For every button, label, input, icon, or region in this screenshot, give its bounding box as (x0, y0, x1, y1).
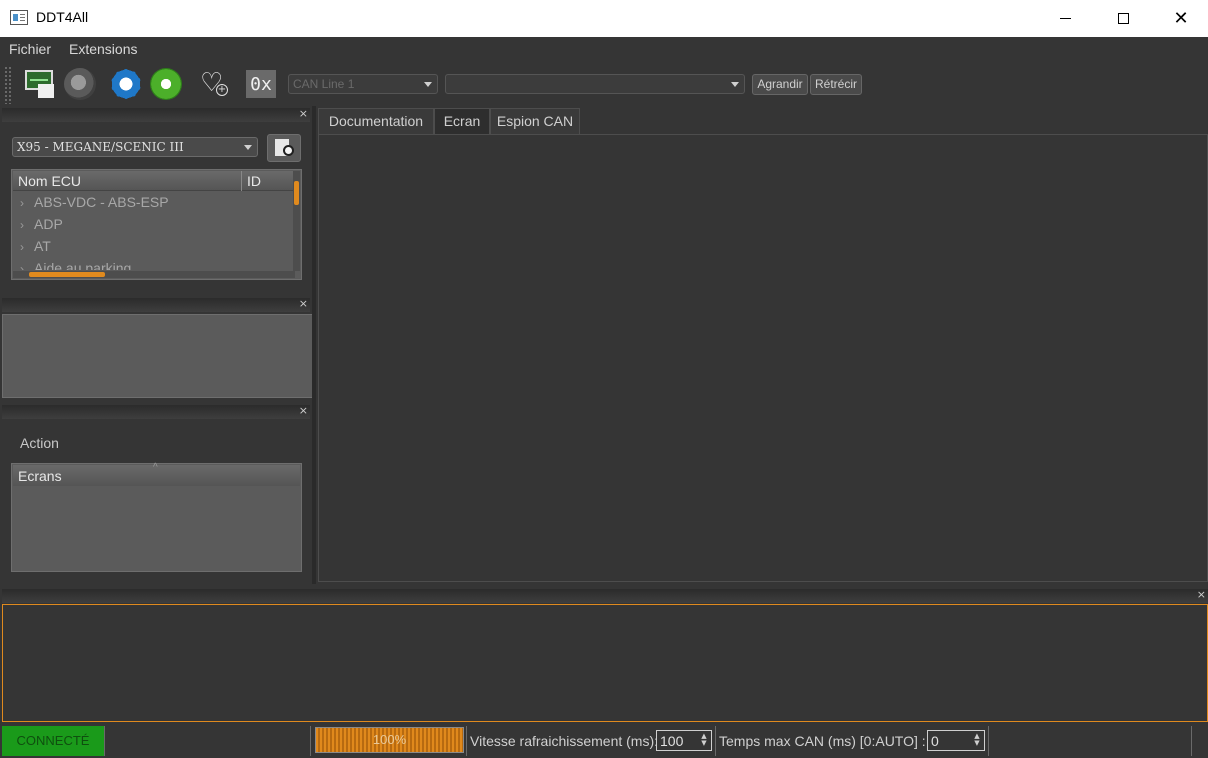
horizontal-scrollbar[interactable] (13, 271, 295, 278)
tree-item[interactable]: › AT (20, 238, 51, 260)
tab-ecran[interactable]: Ecran (434, 108, 490, 134)
can-line-value: CAN Line 1 (293, 77, 355, 91)
refresh-rate-spinbox[interactable]: 100 ▲ ▼ (656, 730, 712, 751)
tab-documentation[interactable]: Documentation (318, 108, 434, 134)
vertical-scrollbar[interactable] (293, 171, 300, 271)
close-icon[interactable]: × (299, 297, 308, 310)
can-timeout-spinbox[interactable]: 0 ▲ ▼ (927, 730, 985, 751)
search-icon (283, 145, 294, 156)
can-line-select[interactable]: CAN Line 1 (288, 74, 438, 94)
ecu-tree-header: Nom ECU ID (13, 171, 295, 191)
close-button[interactable]: ✕ (1152, 0, 1208, 37)
tree-item[interactable]: › Aide au parking (20, 260, 131, 270)
screens-list[interactable]: Ecrans ^ (11, 462, 302, 572)
menu-extensions[interactable]: Extensions (69, 41, 137, 57)
log-dock-header: × (2, 588, 1208, 603)
window-title: DDT4All (36, 9, 89, 25)
action-dock-header: × (2, 404, 310, 419)
column-header-id[interactable]: ID (247, 173, 261, 189)
settings-gear-icon[interactable] (110, 68, 142, 100)
shrink-button[interactable]: Rétrécir (810, 74, 862, 95)
action-title: Action (20, 435, 59, 451)
heart-plus-icon[interactable]: ♡ + (198, 68, 230, 100)
screen-view[interactable] (318, 134, 1208, 582)
chevron-down-icon (424, 82, 432, 87)
menu-fichier[interactable]: Fichier (9, 41, 51, 57)
stepper-icon[interactable]: ▲ ▼ (699, 733, 709, 748)
vehicle-select[interactable]: X95 - MEGANE/SCENIC III (12, 137, 258, 157)
ecu-scan-icon[interactable] (64, 68, 96, 100)
refresh-rate-value: 100 (660, 733, 684, 749)
minimize-button[interactable] (1036, 0, 1094, 37)
ecu-tree[interactable]: Nom ECU ID › ABS-VDC - ABS-ESP › ADP › AT ›… (11, 169, 302, 280)
chevron-down-icon (731, 82, 739, 87)
hex-icon[interactable]: 0x (246, 70, 276, 98)
status-bar: CONNECTÉ 100% Vitesse rafraichissement (… (0, 724, 1208, 758)
monitor-icon[interactable] (24, 68, 56, 100)
chevron-right-icon: › (20, 218, 24, 232)
toolbar: ♡ + 0x CAN Line 1 Agrandir Rétrécir (0, 62, 1208, 106)
grow-button[interactable]: Agrandir (752, 74, 808, 95)
chevron-right-icon: › (20, 240, 24, 254)
connection-status: CONNECTÉ (2, 726, 104, 756)
tab-espion-can[interactable]: Espion CAN (490, 108, 580, 134)
column-header-name[interactable]: Nom ECU (18, 173, 81, 189)
progress-bar: 100% (315, 727, 464, 753)
vehicle-value: X95 - MEGANE/SCENIC III (17, 140, 184, 154)
tree-item[interactable]: › ABS-VDC - ABS-ESP (20, 194, 169, 216)
ecu-select[interactable] (445, 74, 745, 94)
chevron-up-icon: ^ (153, 462, 158, 473)
vertical-splitter[interactable] (312, 106, 316, 584)
chevron-down-icon (244, 145, 252, 150)
chevron-right-icon: › (20, 196, 24, 210)
app-icon (10, 10, 28, 25)
close-icon[interactable]: × (1197, 588, 1206, 601)
refresh-rate-label: Vitesse rafraichissement (ms): (470, 733, 659, 749)
close-icon[interactable]: × (299, 107, 308, 120)
maximize-button[interactable] (1094, 0, 1152, 37)
log-panel[interactable] (2, 604, 1208, 722)
can-timeout-label: Temps max CAN (ms) [0:AUTO] : (719, 733, 926, 749)
screens-list-header[interactable]: Ecrans ^ (13, 462, 300, 486)
can-timeout-value: 0 (931, 733, 939, 749)
info-dock-header: × (2, 297, 310, 312)
minimize-icon (1059, 18, 1071, 19)
title-bar: DDT4All ✕ (0, 0, 1208, 37)
close-icon[interactable]: × (299, 404, 308, 417)
toolbar-grip-icon[interactable] (4, 66, 12, 104)
close-icon: ✕ (1173, 7, 1189, 29)
stepper-icon[interactable]: ▲ ▼ (972, 733, 982, 748)
search-ecu-button[interactable] (267, 134, 301, 162)
menu-bar: Fichier Extensions (0, 37, 1208, 62)
maximize-icon (1117, 13, 1129, 24)
info-panel (2, 314, 313, 398)
ecu-dock-header: × (2, 107, 310, 122)
tree-item[interactable]: › ADP (20, 216, 63, 238)
chevron-right-icon: › (20, 262, 24, 270)
refresh-icon[interactable] (150, 68, 182, 100)
